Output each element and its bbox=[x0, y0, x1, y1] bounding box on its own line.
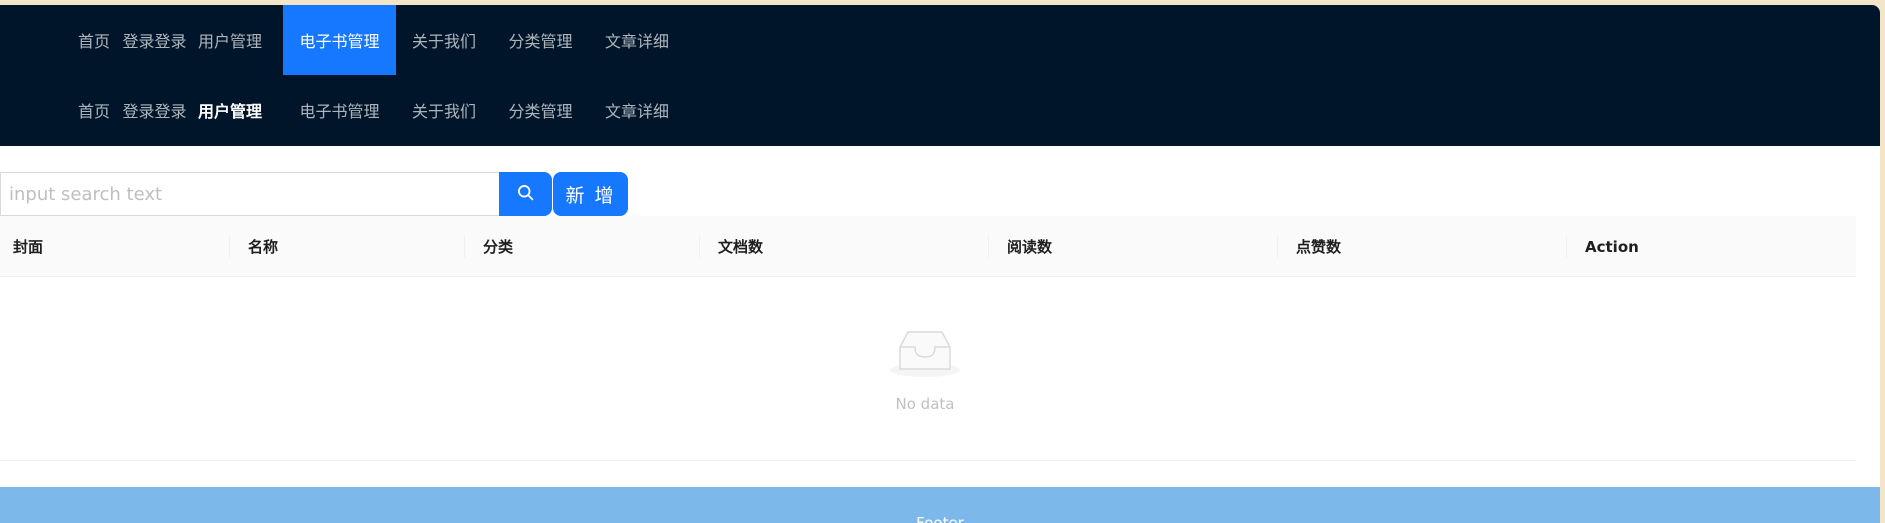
search-bar bbox=[0, 172, 552, 216]
menu-spacer bbox=[265, 5, 283, 75]
column-header-action[interactable]: Action bbox=[1585, 216, 1639, 277]
column-divider bbox=[699, 236, 700, 258]
column-header-name[interactable]: 名称 bbox=[248, 216, 278, 277]
column-header-cover[interactable]: 封面 bbox=[13, 216, 43, 277]
column-divider bbox=[1277, 236, 1278, 258]
footer: Footer bbox=[0, 487, 1880, 523]
menu-item-users[interactable]: 用户管理 bbox=[195, 75, 265, 145]
menu-item-home[interactable]: 首页 bbox=[0, 5, 114, 75]
search-input[interactable] bbox=[0, 172, 499, 216]
column-header-vote-count[interactable]: 点赞数 bbox=[1296, 216, 1341, 277]
table-body: No data bbox=[0, 277, 1856, 461]
column-header-view-count[interactable]: 阅读数 bbox=[1007, 216, 1052, 277]
menu-item-about[interactable]: 关于我们 bbox=[396, 5, 492, 75]
app-window: 首页 登录登录 用户管理 电子书管理 关于我们 分类管理 文章详细 首页 登录登… bbox=[0, 5, 1880, 523]
second-menu: 首页 登录登录 用户管理 电子书管理 关于我们 分类管理 文章详细 bbox=[0, 75, 685, 145]
column-divider bbox=[229, 236, 230, 258]
menu-item-login[interactable]: 登录登录 bbox=[114, 75, 195, 145]
search-icon bbox=[517, 184, 534, 204]
menu-item-ebooks[interactable]: 电子书管理 bbox=[283, 5, 396, 75]
column-divider bbox=[988, 236, 989, 258]
inbox-icon bbox=[888, 327, 962, 383]
footer-text: Footer bbox=[916, 514, 964, 523]
menu-item-categories[interactable]: 分类管理 bbox=[492, 5, 589, 75]
column-header-doc-count[interactable]: 文档数 bbox=[718, 216, 763, 277]
menu-item-categories[interactable]: 分类管理 bbox=[492, 75, 589, 145]
table-header: 封面 名称 分类 文档数 阅读数 点赞数 Action bbox=[0, 216, 1856, 277]
column-divider bbox=[1566, 236, 1567, 258]
menu-item-about[interactable]: 关于我们 bbox=[396, 75, 492, 145]
menu-item-home[interactable]: 首页 bbox=[0, 75, 114, 145]
empty-state-text: No data bbox=[895, 395, 955, 413]
header: 首页 登录登录 用户管理 电子书管理 关于我们 分类管理 文章详细 首页 登录登… bbox=[0, 5, 1880, 146]
add-button[interactable]: 新 增 bbox=[553, 172, 628, 216]
menu-item-articles[interactable]: 文章详细 bbox=[589, 5, 685, 75]
menu-spacer bbox=[265, 75, 283, 145]
column-header-category[interactable]: 分类 bbox=[483, 216, 513, 277]
menu-item-login[interactable]: 登录登录 bbox=[114, 5, 195, 75]
column-divider bbox=[464, 236, 465, 258]
search-button[interactable] bbox=[499, 172, 552, 216]
menu-item-users[interactable]: 用户管理 bbox=[195, 5, 265, 75]
top-menu: 首页 登录登录 用户管理 电子书管理 关于我们 分类管理 文章详细 bbox=[0, 5, 685, 75]
menu-item-ebooks[interactable]: 电子书管理 bbox=[283, 75, 396, 145]
menu-item-articles[interactable]: 文章详细 bbox=[589, 75, 685, 145]
ebook-table: 封面 名称 分类 文档数 阅读数 点赞数 Action No data bbox=[0, 216, 1856, 461]
